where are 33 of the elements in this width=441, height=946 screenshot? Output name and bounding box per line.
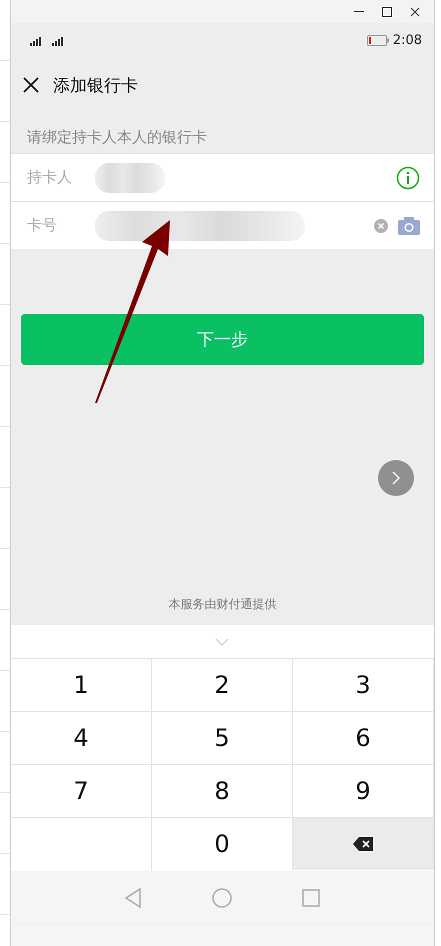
page-title: 添加银行卡	[52, 74, 138, 96]
hint-text: 请绑定持卡人本人的银行卡	[26, 127, 208, 148]
recents-icon[interactable]	[302, 888, 320, 906]
home-icon[interactable]	[212, 888, 232, 908]
close-icon[interactable]	[410, 6, 420, 16]
keypad-key[interactable]: 2	[152, 658, 293, 711]
backspace-key[interactable]	[293, 817, 434, 870]
keypad-key[interactable]: 7	[10, 764, 152, 817]
clear-icon[interactable]	[374, 218, 388, 232]
keypad-key[interactable]: 0	[152, 817, 293, 870]
keypad-key[interactable]: 3	[293, 658, 434, 711]
info-icon[interactable]	[396, 166, 420, 190]
maximize-icon[interactable]	[382, 6, 392, 16]
field-label: 持卡人	[26, 168, 73, 187]
close-icon[interactable]	[22, 77, 39, 93]
provider-note: 本服务由财付通提供	[167, 596, 278, 613]
keypad-key[interactable]: 1	[10, 658, 152, 711]
forward-button[interactable]	[378, 460, 414, 496]
blurred-value	[94, 162, 165, 192]
camera-icon[interactable]	[398, 216, 420, 234]
minimize-icon[interactable]	[354, 10, 364, 12]
keypad-key[interactable]: 8	[152, 764, 293, 817]
backspace-icon	[353, 837, 374, 851]
field-label: 卡号	[26, 216, 58, 235]
status-time: 2:08	[392, 33, 422, 48]
chevron-right-icon	[391, 471, 402, 485]
keypad-key[interactable]: 4	[10, 711, 152, 764]
battery-icon	[366, 35, 389, 46]
collapse-icon[interactable]	[215, 638, 230, 646]
keypad-key[interactable]: 5	[152, 711, 293, 764]
back-icon[interactable]	[124, 888, 142, 908]
keypad-key[interactable]: 6	[293, 711, 434, 764]
keypad-key[interactable]: 9	[293, 764, 434, 817]
